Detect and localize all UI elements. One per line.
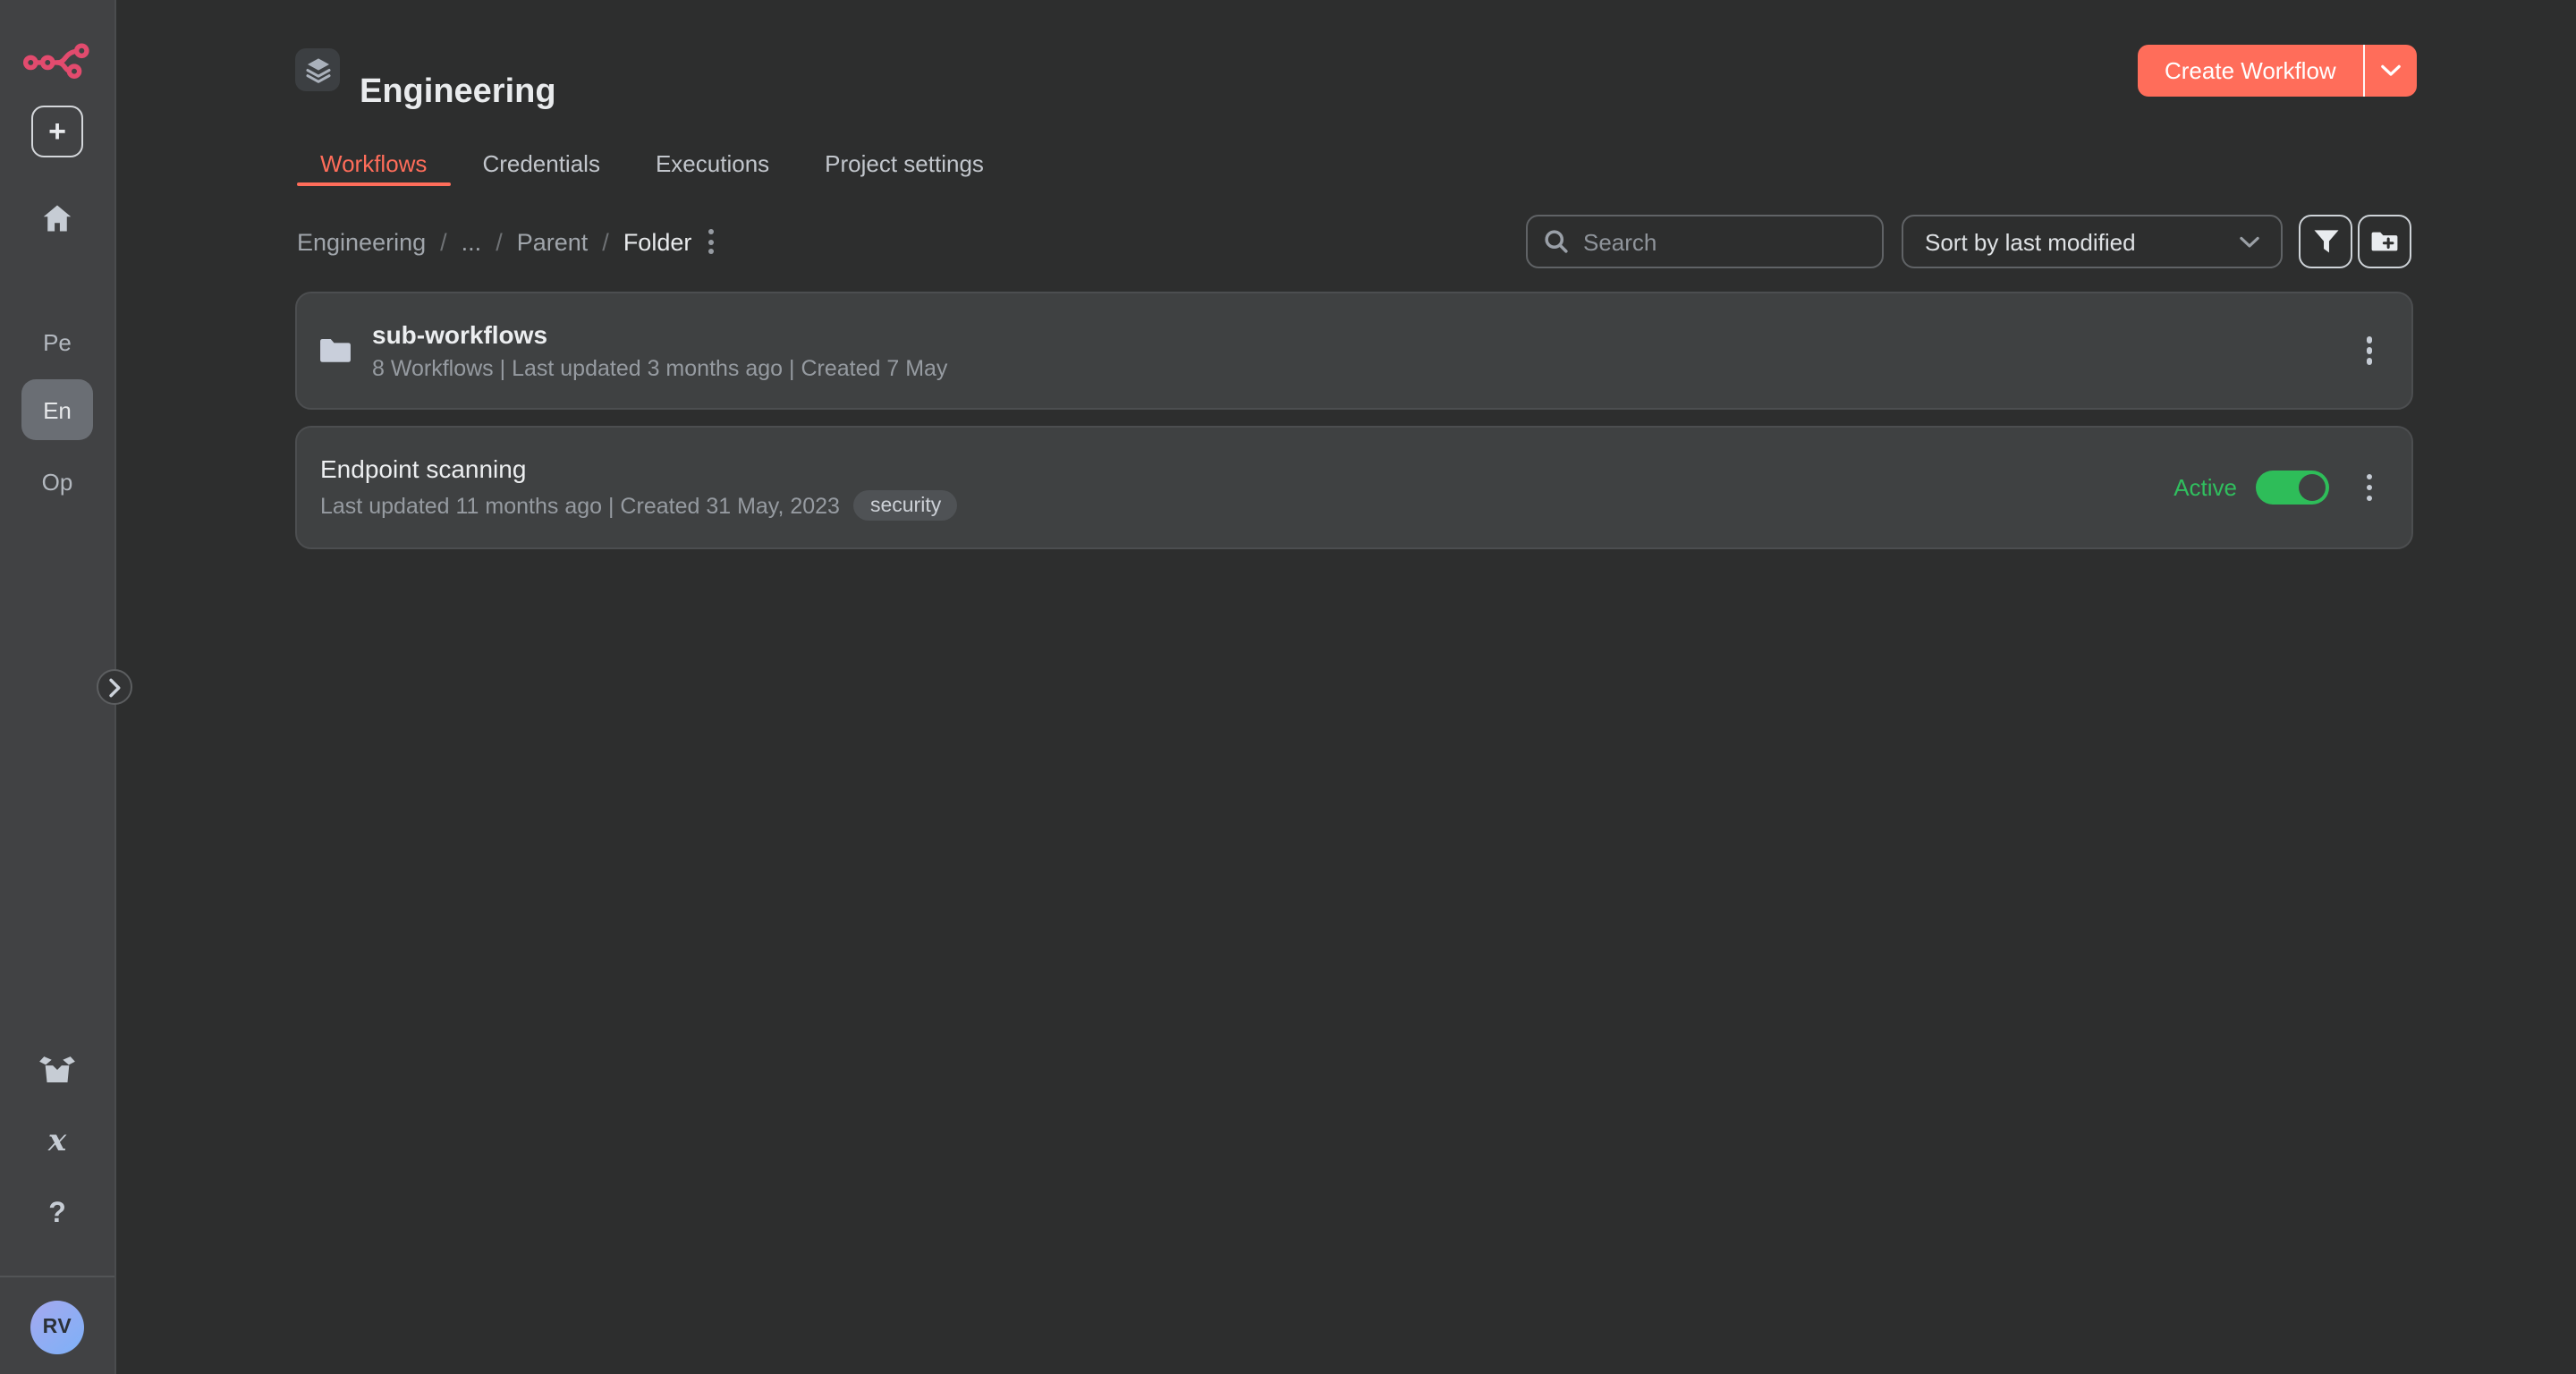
breadcrumb-separator: / [440, 228, 447, 255]
tab-workflows[interactable]: Workflows [297, 140, 450, 186]
create-workflow-label[interactable]: Create Workflow [2138, 45, 2363, 97]
variables-icon[interactable]: x [48, 1124, 66, 1159]
plus-icon: + [48, 116, 66, 147]
search-icon [1544, 229, 1569, 254]
main-content: Engineering Create Workflow Workflows Cr… [114, 0, 2576, 1374]
workflow-tag[interactable]: security [854, 490, 957, 521]
workflow-meta-text: Last updated 11 months ago | Created 31 … [320, 493, 840, 518]
tab-project-settings[interactable]: Project settings [801, 140, 1007, 186]
breadcrumb-item-engineering[interactable]: Engineering [297, 228, 426, 255]
active-toggle[interactable] [2255, 471, 2328, 505]
layers-icon [303, 55, 332, 84]
workflow-meta: Last updated 11 months ago | Created 31 … [320, 490, 2174, 521]
workflow-card-menu-button[interactable] [2362, 471, 2376, 505]
breadcrumb: Engineering / ... / Parent / Folder [297, 215, 716, 268]
search-input[interactable] [1526, 215, 1884, 268]
sidebar-expand-button[interactable] [97, 669, 132, 705]
sidebar-item-project-en[interactable]: En [21, 379, 93, 440]
breadcrumb-separator: / [496, 228, 503, 255]
tab-credentials[interactable]: Credentials [459, 140, 623, 186]
sidebar-divider [0, 1276, 114, 1277]
toggle-knob [2298, 474, 2325, 501]
home-icon[interactable] [41, 204, 73, 233]
create-workflow-button[interactable]: Create Workflow [2138, 45, 2417, 97]
workflow-card[interactable]: Endpoint scanning Last updated 11 months… [295, 426, 2413, 549]
n8n-logo-icon [23, 41, 91, 79]
folder-meta-text: 8 Workflows | Last updated 3 months ago … [372, 356, 947, 381]
templates-icon[interactable] [38, 1056, 76, 1084]
chevron-right-icon [107, 677, 122, 697]
sort-selected-value: Sort by last modified [1925, 228, 2240, 255]
sidebar-item-project-pe[interactable]: Pe [43, 329, 72, 356]
chevron-down-icon [2240, 235, 2259, 248]
add-button[interactable]: + [31, 106, 83, 157]
breadcrumb-item-folder-current: Folder [623, 228, 692, 255]
help-icon[interactable]: ? [48, 1199, 66, 1231]
avatar[interactable]: RV [30, 1301, 84, 1354]
n8n-logo[interactable] [23, 41, 91, 79]
folder-card-menu-button[interactable] [2362, 334, 2376, 369]
status-label: Active [2174, 474, 2237, 501]
page-title: Engineering [360, 72, 556, 112]
sidebar-item-project-op[interactable]: Op [42, 469, 73, 496]
breadcrumb-item-parent[interactable]: Parent [517, 228, 589, 255]
folder-menu-button[interactable] [704, 225, 716, 258]
folder-card-text: sub-workflows 8 Workflows | Last updated… [372, 320, 2362, 381]
workflow-name[interactable]: Endpoint scanning [320, 454, 2174, 483]
tab-executions[interactable]: Executions [632, 140, 792, 186]
breadcrumb-separator: / [602, 228, 609, 255]
avatar-initials: RV [43, 1317, 72, 1338]
tab-bar: Workflows Credentials Executions Project… [297, 140, 1016, 186]
folder-name[interactable]: sub-workflows [372, 320, 2362, 349]
folder-icon [318, 336, 352, 365]
workflow-card-actions: Active [2174, 471, 2376, 505]
project-icon [295, 48, 340, 91]
filter-icon [2312, 229, 2339, 254]
app-window: + Pe En Op x ? RV [0, 0, 2576, 1374]
chevron-down-icon [2381, 64, 2401, 77]
folder-card[interactable]: sub-workflows 8 Workflows | Last updated… [295, 292, 2413, 410]
folder-plus-icon [2369, 229, 2398, 254]
create-workflow-dropdown[interactable] [2365, 45, 2417, 97]
new-folder-button[interactable] [2357, 215, 2411, 268]
filter-button[interactable] [2299, 215, 2352, 268]
sort-dropdown[interactable]: Sort by last modified [1902, 215, 2283, 268]
workflow-card-text: Endpoint scanning Last updated 11 months… [320, 454, 2174, 521]
breadcrumb-item-ellipsis[interactable]: ... [462, 228, 482, 255]
search-field [1526, 215, 1884, 268]
folder-card-actions [2362, 334, 2376, 369]
folder-meta: 8 Workflows | Last updated 3 months ago … [372, 356, 2362, 381]
